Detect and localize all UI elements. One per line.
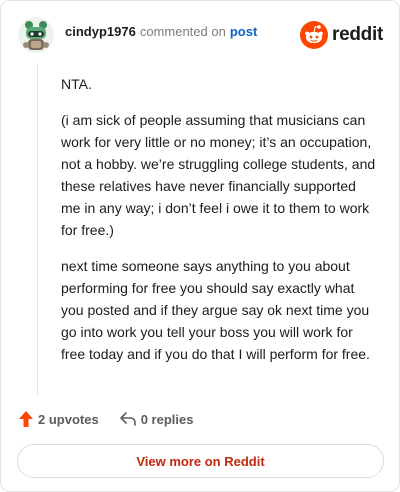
- embedded-comment-card: cindyp1976 commented on post reddit NTA.…: [0, 0, 400, 492]
- reddit-wordmark: reddit: [332, 24, 383, 45]
- avatar[interactable]: [17, 16, 55, 54]
- comment-header: cindyp1976 commented on post reddit: [17, 15, 383, 55]
- reddit-logo-icon: [300, 21, 329, 49]
- upvote-arrow-icon[interactable]: [18, 410, 34, 428]
- reply-count: 0 replies: [140, 411, 194, 427]
- reply-button[interactable]: 0 replies: [119, 411, 194, 427]
- post-link[interactable]: post: [230, 24, 257, 40]
- comment-paragraph: NTA.: [61, 76, 92, 92]
- thread-line: [37, 63, 38, 395]
- reply-arrow-icon: [119, 412, 136, 426]
- view-more-on-reddit-button[interactable]: View more on Reddit: [17, 444, 384, 478]
- reddit-brand[interactable]: reddit: [300, 21, 383, 49]
- comment-paragraph: next time someone says anything to you a…: [61, 258, 370, 362]
- comment-meta: cindyp1976 commented on post: [65, 24, 257, 40]
- comment-paragraph: (i am sick of people assuming that music…: [61, 112, 376, 238]
- upvote-count: 2 upvotes: [38, 411, 99, 427]
- comment-body: NTA. (i am sick of people assuming that …: [61, 73, 379, 379]
- username-link[interactable]: cindyp1976: [65, 24, 136, 40]
- comment-actions: 2 upvotes 0 replies: [18, 408, 193, 430]
- commented-on-text: commented on: [139, 24, 226, 39]
